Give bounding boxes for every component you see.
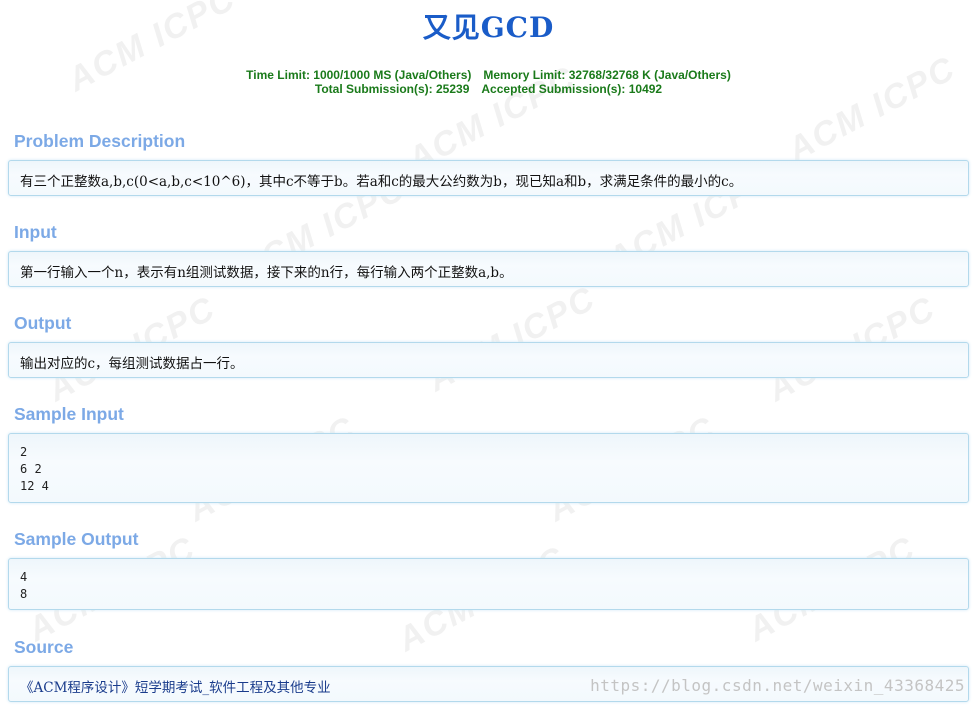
time-limit: Time Limit: 1000/1000 MS (Java/Others) xyxy=(246,68,472,82)
sample-output-text: 4 8 xyxy=(20,570,28,601)
description-panel: 有三个正整数a,b,c(0<a,b,c<10^6)，其中c不等于b。若a和c的最… xyxy=(8,160,969,196)
limits-line-1: Time Limit: 1000/1000 MS (Java/Others) Me… xyxy=(0,68,977,82)
sample-input-heading: Sample Input xyxy=(14,404,124,424)
sample-output-heading: Sample Output xyxy=(14,529,139,549)
source-heading: Source xyxy=(14,637,74,657)
source-link[interactable]: 《ACM程序设计》短学期考试_软件工程及其他专业 xyxy=(20,676,331,696)
input-panel: 第一行输入一个n，表示有n组测试数据，接下来的n行，每行输入两个正整数a,b。 xyxy=(8,251,969,287)
sample-input-text: 2 6 2 12 4 xyxy=(20,445,49,493)
memory-limit: Memory Limit: 32768/32768 K (Java/Others… xyxy=(483,68,731,82)
page-title: 又见GCD xyxy=(422,11,555,44)
total-submissions: Total Submission(s): 25239 xyxy=(314,82,470,96)
csdn-watermark: https://blog.csdn.net/weixin_43368425 xyxy=(590,676,965,695)
input-text: 第一行输入一个n，表示有n组测试数据，接下来的n行，每行输入两个正整数a,b。 xyxy=(20,265,513,281)
sample-input-panel: 2 6 2 12 4 xyxy=(8,433,969,503)
output-heading: Output xyxy=(14,313,72,333)
input-heading: Input xyxy=(14,222,57,242)
watermark-text: ACM ICPC xyxy=(421,279,603,400)
limits-line-2: Total Submission(s): 25239 Accepted Submi… xyxy=(0,82,977,96)
output-panel: 输出对应的c，每组测试数据占一行。 xyxy=(8,342,969,378)
sample-output-panel: 4 8 xyxy=(8,558,969,610)
description-text: 有三个正整数a,b,c(0<a,b,c<10^6)，其中c不等于b。若a和c的最… xyxy=(20,174,743,190)
output-text: 输出对应的c，每组测试数据占一行。 xyxy=(20,356,244,372)
description-heading: Problem Description xyxy=(14,131,186,151)
accepted-submissions: Accepted Submission(s): 10492 xyxy=(481,82,663,96)
